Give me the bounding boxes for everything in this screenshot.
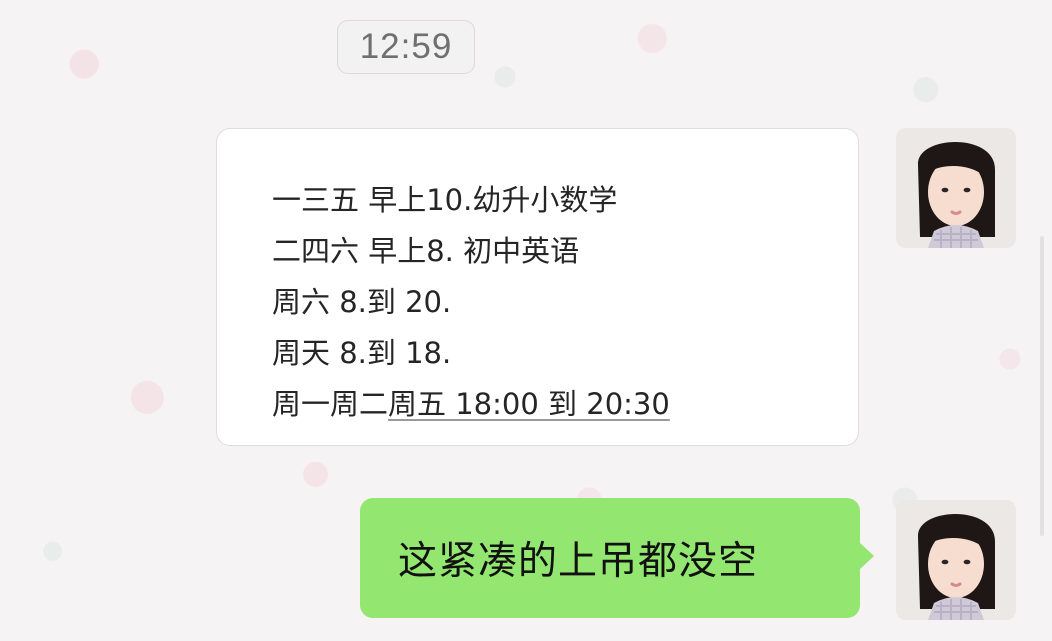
message-line: 周天 8.到 18. [272, 336, 452, 370]
scrollbar[interactable] [1040, 236, 1044, 536]
message-line-last: 周一周二周五 18:00 到 20:30 [272, 379, 858, 430]
sent-message-text: 这紧凑的上吊都没空 [398, 539, 759, 584]
message-line: 周六 8.到 20. [272, 285, 452, 319]
avatar-portrait-icon [896, 128, 1016, 248]
avatar-portrait-icon [896, 500, 1016, 620]
sent-message-bubble[interactable]: 这紧凑的上吊都没空 [360, 498, 874, 618]
message-line: 二四六 早上8. 初中英语 [272, 234, 580, 268]
message-line: 一三五 早上10.幼升小数学 [272, 183, 618, 217]
received-message-bubble[interactable]: 一三五 早上10.幼升小数学 二四六 早上8. 初中英语 周六 8.到 20. … [216, 128, 859, 446]
message-line-prefix: 周一周二 [272, 387, 389, 421]
avatar[interactable] [896, 500, 1016, 620]
message-line-highlight: 周五 18:00 到 20:30 [388, 387, 670, 421]
avatar[interactable] [896, 128, 1016, 248]
message-timestamp: 12:59 [337, 20, 475, 74]
